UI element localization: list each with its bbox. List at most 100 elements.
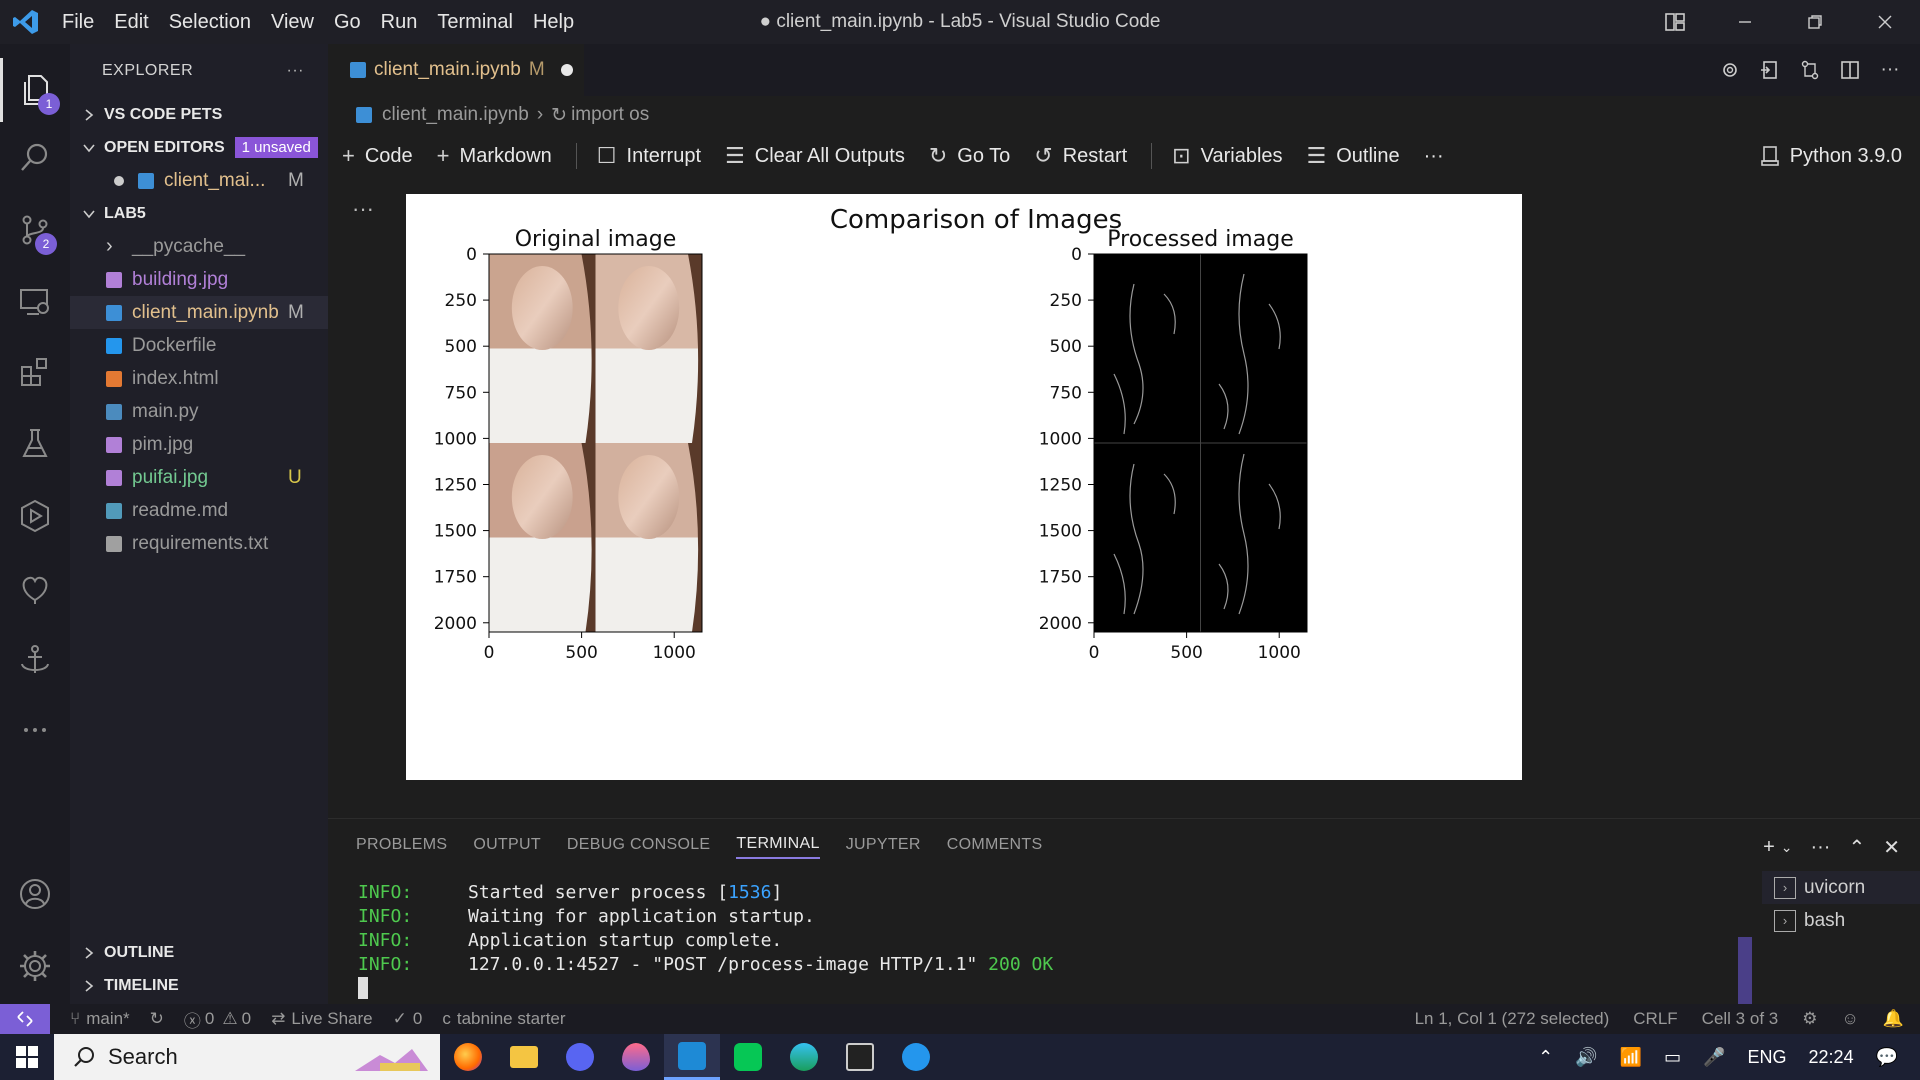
language-indicator[interactable]: ENG	[1748, 1047, 1787, 1068]
firefox-icon[interactable]	[440, 1034, 496, 1080]
breadcrumb-cell[interactable]: import os	[571, 104, 649, 126]
tabnine-status[interactable]: c tabnine starter	[442, 1009, 565, 1029]
tab-comments[interactable]: COMMENTS	[947, 836, 1043, 858]
add-code-cell-button[interactable]: + Code	[342, 143, 413, 169]
file-item[interactable]: client_main.ipynb M	[70, 296, 328, 329]
terminal-bash[interactable]: › bash	[1762, 904, 1920, 937]
restore-button[interactable]	[1780, 0, 1850, 44]
cell-indicator[interactable]: Cell 3 of 3	[1702, 1009, 1779, 1029]
edge-icon[interactable]	[776, 1034, 832, 1080]
drop-app-icon[interactable]	[608, 1034, 664, 1080]
file-explorer-icon[interactable]	[496, 1034, 552, 1080]
breadcrumb-file[interactable]: client_main.ipynb	[382, 104, 529, 126]
menu-help[interactable]: Help	[523, 0, 584, 44]
minimize-button[interactable]	[1710, 0, 1780, 44]
section-vscode-pets[interactable]: VS CODE PETS	[70, 98, 328, 131]
compare-changes-icon[interactable]	[1790, 59, 1830, 81]
tray-chevron-up-icon[interactable]: ⌃	[1538, 1047, 1553, 1068]
layout-icon[interactable]	[1640, 0, 1710, 44]
settings-gear-icon[interactable]	[0, 934, 70, 998]
tab-terminal[interactable]: TERMINAL	[736, 835, 820, 859]
problems-status[interactable]: ⓧ 0 ⚠ 0	[184, 1007, 251, 1032]
volume-icon[interactable]: 🔊	[1575, 1047, 1597, 1068]
close-button[interactable]	[1850, 0, 1920, 44]
vscode-taskbar-icon[interactable]	[664, 1034, 720, 1080]
tab-jupyter[interactable]: JUPYTER	[846, 836, 921, 858]
file-item[interactable]: readme.md	[70, 494, 328, 527]
file-item[interactable]: main.py	[70, 395, 328, 428]
file-item[interactable]: building.jpg	[70, 263, 328, 296]
microphone-icon[interactable]: 🎤	[1703, 1047, 1725, 1068]
tab-problems[interactable]: PROBLEMS	[356, 836, 447, 858]
kernel-picker[interactable]: Python 3.9.0	[1760, 145, 1902, 168]
more-actions-icon[interactable]: ···	[1870, 59, 1910, 81]
unsaved-dot-icon[interactable]	[114, 175, 124, 186]
variables-button[interactable]: ⊡ Variables	[1172, 143, 1282, 169]
remote-indicator-icon[interactable]	[0, 1004, 50, 1034]
file-item[interactable]: requirements.txt	[70, 527, 328, 560]
terminal-app-icon[interactable]	[832, 1034, 888, 1080]
menu-run[interactable]: Run	[371, 0, 428, 44]
explorer-more-icon[interactable]: ···	[287, 62, 304, 80]
file-item[interactable]: puifai.jpg U	[70, 461, 328, 494]
chevron-down-icon[interactable]: ⌄	[1781, 839, 1793, 856]
open-preview-icon[interactable]	[1750, 59, 1790, 81]
terminal-output[interactable]: INFO: Started server process [1536] INFO:…	[358, 881, 1053, 1006]
sync-settings-icon[interactable]: ⚙	[1802, 1009, 1817, 1029]
ports-status[interactable]: ✓ 0	[393, 1009, 423, 1029]
eol-indicator[interactable]: CRLF	[1633, 1009, 1677, 1029]
unsaved-dot-icon[interactable]	[560, 64, 573, 76]
testing-icon[interactable]	[0, 412, 70, 476]
sync-icon[interactable]: ↻	[150, 1009, 164, 1029]
add-markdown-cell-button[interactable]: + Markdown	[437, 143, 552, 169]
source-control-icon[interactable]: 2	[0, 198, 70, 262]
menu-go[interactable]: Go	[324, 0, 371, 44]
panel-more-icon[interactable]: ···	[1810, 836, 1830, 859]
discord-icon[interactable]	[552, 1034, 608, 1080]
docker-icon[interactable]	[888, 1034, 944, 1080]
goto-button[interactable]: ↻ Go To	[929, 143, 1010, 169]
search-icon[interactable]	[0, 126, 70, 190]
notifications-bell-icon[interactable]: 🔔	[1883, 1009, 1904, 1029]
file-item[interactable]: Dockerfile	[70, 329, 328, 362]
liveshare-status[interactable]: ⇄ Live Share	[271, 1009, 373, 1029]
more-views-icon[interactable]	[0, 698, 70, 762]
split-editor-icon[interactable]	[1830, 59, 1870, 81]
menu-edit[interactable]: Edit	[104, 0, 158, 44]
maximize-panel-icon[interactable]: ⌃	[1848, 835, 1865, 860]
close-panel-icon[interactable]: ✕	[1883, 835, 1900, 860]
windows-start-icon[interactable]	[0, 1034, 54, 1080]
section-outline[interactable]: OUTLINE	[70, 936, 328, 969]
interrupt-button[interactable]: ☐ Interrupt	[597, 143, 701, 169]
toolbar-more-icon[interactable]: ···	[1424, 145, 1444, 168]
run-debug-icon[interactable]	[0, 484, 70, 548]
tab-output[interactable]: OUTPUT	[473, 836, 541, 858]
clock[interactable]: 22:24	[1809, 1047, 1854, 1068]
tab-client-main[interactable]: client_main.ipynb M	[328, 44, 584, 96]
battery-icon[interactable]: ▭	[1664, 1047, 1681, 1068]
file-item[interactable]: index.html	[70, 362, 328, 395]
open-editor-item[interactable]: client_mai... M	[70, 164, 328, 197]
tab-debug-console[interactable]: DEBUG CONSOLE	[567, 836, 711, 858]
restart-button[interactable]: ↺ Restart	[1034, 143, 1127, 169]
line-icon[interactable]	[720, 1034, 776, 1080]
section-open-editors[interactable]: OPEN EDITORS 1 unsaved	[70, 131, 328, 164]
cell-output-more-icon[interactable]: ···	[352, 196, 374, 222]
terminal-uvicorn[interactable]: › uvicorn	[1762, 871, 1920, 904]
branch-status[interactable]: ⑂ main*	[70, 1009, 130, 1029]
terminal-scrollbar[interactable]	[1738, 937, 1752, 1005]
file-item[interactable]: › __pycache__	[70, 230, 328, 263]
menu-selection[interactable]: Selection	[159, 0, 261, 44]
section-lab5[interactable]: LAB5	[70, 197, 328, 230]
wifi-icon[interactable]: 📶	[1620, 1047, 1642, 1068]
anchor-icon[interactable]	[0, 628, 70, 692]
notification-center-icon[interactable]: 💬	[1876, 1047, 1898, 1068]
account-icon[interactable]	[0, 862, 70, 926]
extensions-icon[interactable]	[0, 340, 70, 404]
feedback-icon[interactable]: ☺	[1841, 1009, 1858, 1029]
explorer-icon[interactable]: 1	[0, 58, 70, 122]
outline-button[interactable]: ☰ Outline	[1307, 143, 1400, 169]
menu-terminal[interactable]: Terminal	[427, 0, 523, 44]
pets-icon[interactable]	[0, 556, 70, 620]
menu-file[interactable]: File	[52, 0, 104, 44]
